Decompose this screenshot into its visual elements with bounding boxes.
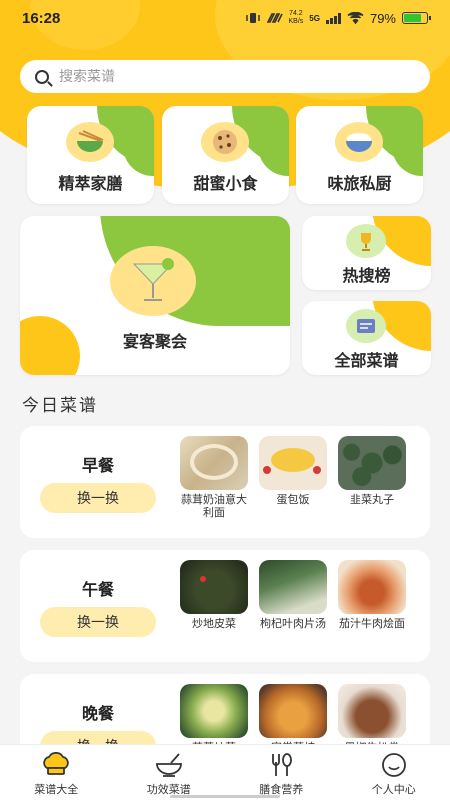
meal-name: 早餐 [81,456,114,475]
nfc-icon [266,13,283,23]
search-input[interactable] [59,68,359,85]
meal-name: 晚餐 [81,704,114,723]
menu-board-icon [346,309,386,343]
meal-card-breakfast: 早餐 换一换 蒜茸奶油意大利面 蛋包饭 韭菜丸子 [20,426,430,538]
dish-item[interactable]: 韭菜丸子 [338,436,406,506]
feature-label: 宴客聚会 [122,332,187,351]
category-card-home-cooking[interactable]: 精萃家膳 [27,106,154,204]
all-recipes-card[interactable]: 全部菜谱 [302,301,431,375]
bowl-chopsticks-icon [66,122,114,162]
tab-recipes[interactable]: 菜谱大全 [0,745,113,800]
signal-icon [325,12,341,24]
dish-item[interactable]: 枸杞叶肉片汤 [259,560,327,630]
vibrate-icon [245,13,260,23]
category-label: 精萃家膳 [58,174,123,193]
rice-bowl-icon [335,122,383,162]
fork-spoon-icon [265,751,297,779]
network-type: 5G [309,13,320,23]
category-label: 甜蜜小食 [193,174,258,193]
dish-item[interactable]: 炒地皮菜 [180,560,248,630]
tab-nutrition[interactable]: 膳食营养 [225,745,338,800]
hot-search-label: 热搜榜 [342,266,391,285]
home-indicator [170,795,280,798]
hot-search-card[interactable]: 热搜榜 [302,216,431,290]
swap-button[interactable]: 换一换 [40,483,156,513]
category-label: 味旅私厨 [327,174,392,193]
meal-name: 午餐 [81,580,114,599]
battery-icon [402,12,431,24]
mortar-bowl-icon [153,751,185,779]
search-bar[interactable] [20,60,430,93]
battery-percent: 79% [369,10,396,26]
cookie-icon [201,122,249,162]
cocktail-icon [110,246,196,316]
category-card-private-kitchen[interactable]: 味旅私厨 [296,106,423,204]
trophy-icon [346,224,386,258]
dish-item[interactable]: 蒜茸奶油意大利面 [180,436,248,519]
search-icon [35,69,49,84]
today-section-title: 今日菜谱 [22,396,98,416]
status-time: 16:28 [22,9,61,27]
feature-card-party[interactable]: 宴客聚会 [20,216,290,375]
dish-item[interactable]: 茄汁牛肉烩面 [338,560,406,630]
all-recipes-label: 全部菜谱 [334,351,399,370]
meal-card-lunch: 午餐 换一换 炒地皮菜 枸杞叶肉片汤 茄汁牛肉烩面 [20,550,430,662]
wifi-icon [347,12,364,24]
dish-item[interactable]: 蛋包饭 [259,436,327,506]
chef-hat-icon [40,751,72,779]
status-bar: 16:28 74.2 KB/s 5G 79% [0,0,450,36]
tab-effect-recipes[interactable]: 功效菜谱 [113,745,226,800]
network-speed: 74.2 KB/s [288,10,304,25]
swap-button[interactable]: 换一换 [40,607,156,637]
category-card-desserts[interactable]: 甜蜜小食 [162,106,289,204]
smile-face-icon [378,751,410,779]
bottom-tab-bar: 菜谱大全 功效菜谱 膳食营养 个人中心 [0,744,450,800]
tab-profile[interactable]: 个人中心 [338,745,450,800]
